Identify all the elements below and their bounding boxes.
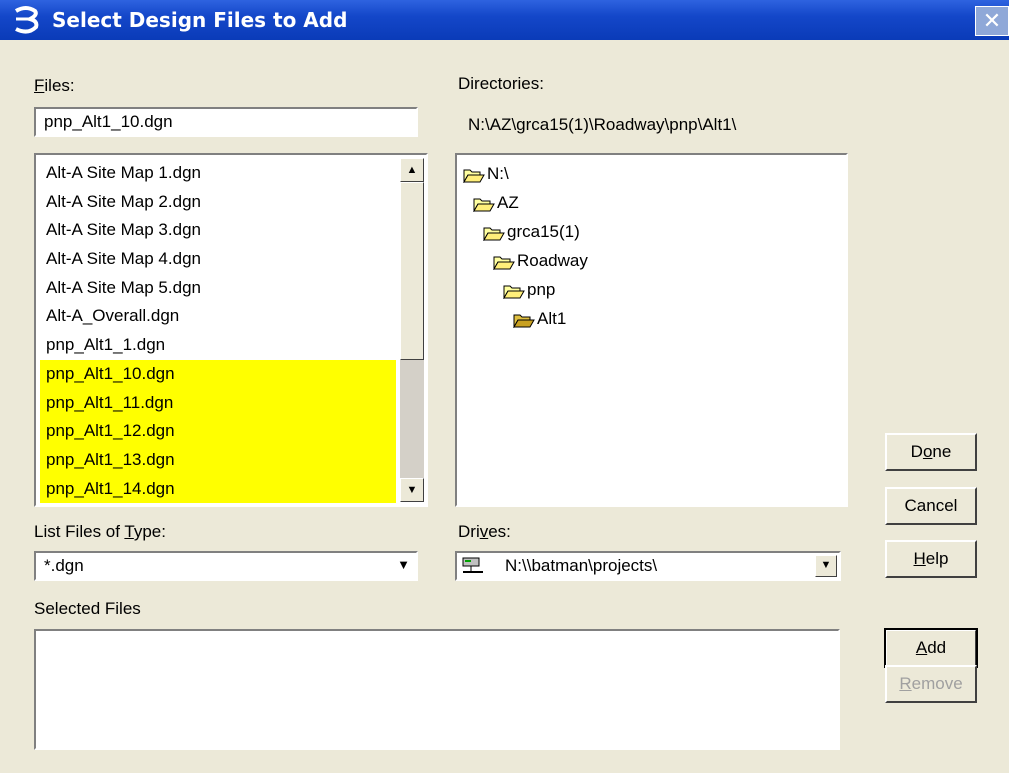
chevron-down-icon: ▼ <box>820 559 832 571</box>
add-button[interactable]: Add <box>884 628 978 668</box>
current-directory-path: N:\AZ\grca15(1)\Roadway\pnp\Alt1\ <box>468 115 737 134</box>
close-icon: ✕ <box>982 8 1002 33</box>
open-folder-selected-icon <box>513 314 535 328</box>
file-list-item[interactable]: pnp_Alt1_12.dgn <box>40 417 396 446</box>
open-folder-icon <box>503 285 525 299</box>
file-list-item[interactable]: pnp_Alt1_13.dgn <box>40 445 396 475</box>
drives-select[interactable]: N:\\batman\projects\ ▼ <box>455 551 841 581</box>
open-folder-icon <box>473 198 495 212</box>
file-list-item[interactable]: pnp_Alt1_1.dgn <box>40 331 396 360</box>
drive-value: N:\\batman\projects\ <box>505 556 658 575</box>
open-folder-icon <box>493 256 515 270</box>
tree-item-alt1[interactable]: Alt1 <box>513 308 566 330</box>
tree-item-roadway[interactable]: Roadway <box>493 250 588 272</box>
file-list-item[interactable]: pnp_Alt1_10.dgn <box>40 359 396 389</box>
file-list-item[interactable]: Alt-A Site Map 5.dgn <box>40 274 396 303</box>
help-button[interactable]: Help <box>885 540 977 578</box>
title-bar[interactable]: Select Design Files to Add ✕ <box>0 0 1009 40</box>
file-list-item[interactable]: Alt-A Site Map 2.dgn <box>40 188 396 217</box>
open-folder-icon <box>483 227 505 241</box>
filename-value: pnp_Alt1_10.dgn <box>44 112 173 131</box>
file-list-item[interactable]: Alt-A Site Map 4.dgn <box>40 245 396 274</box>
close-button[interactable]: ✕ <box>975 6 1009 36</box>
arrow-down-icon: ▼ <box>406 484 418 496</box>
tree-item-pnp[interactable]: pnp <box>503 279 555 301</box>
tree-item-az[interactable]: AZ <box>473 192 519 214</box>
chevron-down-icon[interactable]: ▼ <box>397 557 410 572</box>
done-button[interactable]: Done <box>885 433 977 471</box>
arrow-up-icon: ▲ <box>406 164 418 176</box>
selected-files-label: Selected Files <box>34 599 141 618</box>
scroll-down-button[interactable]: ▼ <box>400 478 424 502</box>
file-type-value: *.dgn <box>44 556 84 575</box>
tree-item-grca15[interactable]: grca15(1) <box>483 221 580 243</box>
open-folder-icon <box>463 169 485 183</box>
filename-input[interactable]: pnp_Alt1_10.dgn <box>34 107 418 137</box>
file-list-item[interactable]: Alt-A_Overall.dgn <box>40 302 396 331</box>
files-scrollbar[interactable]: ▲ ▼ <box>400 158 424 502</box>
file-type-select[interactable]: *.dgn ▼ <box>34 551 418 581</box>
drives-label: Drives: <box>458 522 511 541</box>
cancel-button[interactable]: Cancel <box>885 487 977 525</box>
drives-dropdown-button[interactable]: ▼ <box>815 555 837 577</box>
tree-item-root[interactable]: N:\ <box>463 163 509 185</box>
file-list-item[interactable]: Alt-A Site Map 1.dgn <box>40 159 396 188</box>
window-title: Select Design Files to Add <box>52 8 348 32</box>
remove-button[interactable]: Remove <box>885 665 977 703</box>
microstation-app-icon <box>14 6 39 34</box>
files-label: Files: <box>34 76 75 95</box>
scroll-up-button[interactable]: ▲ <box>400 158 424 182</box>
file-list-item[interactable]: pnp_Alt1_14.dgn <box>40 474 396 504</box>
file-list-item[interactable]: pnp_Alt1_11.dgn <box>40 388 396 418</box>
directories-label: Directories: <box>458 74 544 93</box>
files-listbox[interactable]: Alt-A Site Map 1.dgn Alt-A Site Map 2.dgn… <box>34 153 428 507</box>
file-type-label: List Files of Type: <box>34 522 166 541</box>
file-list-item[interactable]: Alt-A Site Map 3.dgn <box>40 216 396 245</box>
selected-files-listbox[interactable] <box>34 629 840 750</box>
directories-tree[interactable]: N:\ AZ grca15(1) Roadway pnp Alt1 <box>455 153 848 507</box>
network-drive-icon <box>462 557 483 573</box>
scroll-thumb[interactable] <box>400 182 424 360</box>
files-list: Alt-A Site Map 1.dgn Alt-A Site Map 2.dgn… <box>40 159 396 504</box>
